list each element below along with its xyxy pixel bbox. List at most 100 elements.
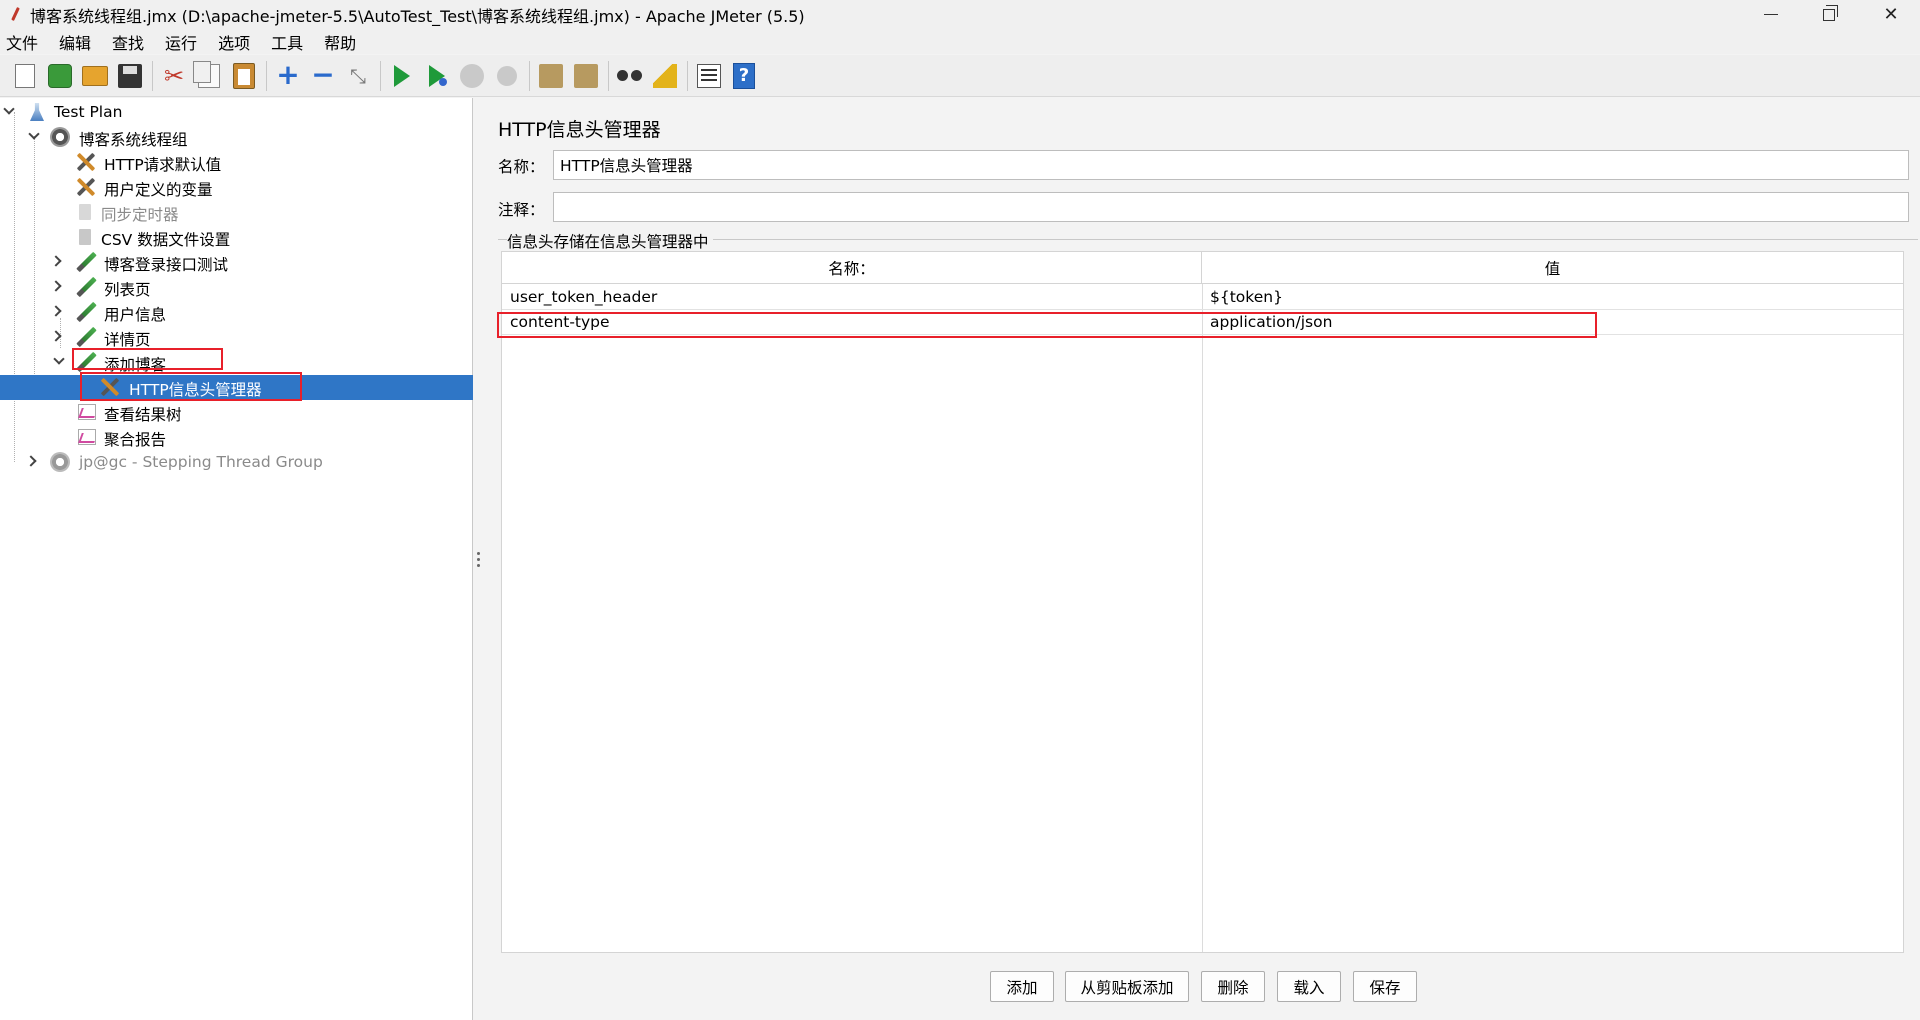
function-helper-button[interactable]: [692, 59, 726, 93]
tree-item-list[interactable]: 列表页: [0, 275, 473, 300]
comment-label: 注释：: [498, 201, 545, 219]
search-icon: [617, 68, 643, 84]
add-button[interactable]: 添加: [990, 971, 1054, 1002]
toolbar: ✂ + − ⤡ ?: [0, 55, 1920, 97]
headers-table[interactable]: 名称： 值 user_token_header ${token} content…: [501, 251, 1904, 953]
help-button[interactable]: ?: [727, 59, 761, 93]
sampler-icon: [76, 327, 96, 347]
close-button[interactable]: ✕: [1862, 0, 1920, 29]
menu-edit[interactable]: 编辑: [59, 30, 91, 54]
menu-help[interactable]: 帮助: [324, 30, 356, 54]
close-icon: ✕: [1883, 4, 1899, 25]
header-name-cell[interactable]: user_token_header: [510, 285, 657, 309]
copy-button[interactable]: [192, 59, 226, 93]
tree-item-stepping-thread-group[interactable]: jp@gc - Stepping Thread Group: [0, 450, 473, 475]
column-header-name[interactable]: 名称：: [502, 252, 1202, 284]
restore-icon: [1823, 4, 1838, 21]
open-icon: [82, 65, 108, 86]
name-input[interactable]: HTTP信息头管理器: [553, 150, 1909, 180]
chevron-right-icon[interactable]: [50, 330, 62, 342]
chevron-right-icon[interactable]: [50, 255, 62, 267]
chevron-right-icon[interactable]: [50, 305, 62, 317]
clear-icon: [539, 63, 563, 88]
tree-item-label: 聚合报告: [104, 431, 167, 449]
start-button[interactable]: [385, 59, 419, 93]
tree-item-csv[interactable]: CSV 数据文件设置: [0, 225, 473, 250]
table-row[interactable]: user_token_header ${token}: [502, 285, 1903, 310]
add-from-clipboard-button[interactable]: 从剪贴板添加: [1065, 971, 1189, 1002]
new-button[interactable]: [8, 59, 42, 93]
highlight-box-header-manager: [80, 372, 302, 401]
panel-title: HTTP信息头管理器: [498, 119, 661, 141]
paste-button[interactable]: [227, 59, 261, 93]
help-icon: ?: [733, 62, 755, 89]
graph-icon: [78, 404, 96, 420]
tree-item-label: Test Plan: [54, 103, 123, 121]
chevron-down-icon[interactable]: [53, 353, 65, 365]
chevron-right-icon[interactable]: [25, 455, 37, 467]
window-title: 博客系统线程组.jmx (D:\apache-jmeter-5.5\AutoTe…: [30, 6, 805, 26]
open-button[interactable]: [78, 59, 112, 93]
comment-input[interactable]: [553, 192, 1909, 222]
save-button[interactable]: [113, 59, 147, 93]
chevron-down-icon[interactable]: [3, 103, 15, 115]
load-button[interactable]: 载入: [1277, 971, 1341, 1002]
toolbar-separator: [608, 60, 609, 91]
panel-splitter[interactable]: [477, 552, 481, 572]
wrench-icon: [76, 152, 96, 172]
tree-item-test-plan[interactable]: Test Plan: [0, 100, 473, 125]
reset-search-icon: [653, 63, 677, 88]
wrench-icon: [76, 177, 96, 197]
shutdown-button[interactable]: [490, 59, 524, 93]
tree-item-label: HTTP请求默认值: [104, 156, 222, 174]
menu-run[interactable]: 运行: [165, 30, 197, 54]
tree-item-results-tree[interactable]: 查看结果树: [0, 400, 473, 425]
toggle-button[interactable]: ⤡: [341, 59, 375, 93]
column-header-value[interactable]: 值: [1202, 252, 1903, 284]
tree-item-detail[interactable]: 详情页: [0, 325, 473, 350]
chevron-down-icon[interactable]: [28, 128, 40, 140]
tree-item-login[interactable]: 博客登录接口测试: [0, 250, 473, 275]
save-table-button[interactable]: 保存: [1353, 971, 1417, 1002]
name-label: 名称：: [498, 158, 545, 176]
clear-button[interactable]: [534, 59, 568, 93]
menu-file[interactable]: 文件: [6, 30, 38, 54]
reset-search-button[interactable]: [648, 59, 682, 93]
menu-options[interactable]: 选项: [218, 30, 250, 54]
restore-button[interactable]: [1800, 0, 1858, 29]
toolbar-separator: [687, 60, 688, 91]
test-plan-tree[interactable]: Test Plan 博客系统线程组 HTTP请求默认值 用户定义的变量 同步定时…: [0, 98, 473, 1020]
menu-search[interactable]: 查找: [112, 30, 144, 54]
search-button[interactable]: [613, 59, 647, 93]
delete-button[interactable]: 删除: [1201, 971, 1265, 1002]
sampler-icon: [76, 302, 96, 322]
minimize-button[interactable]: [1742, 0, 1800, 29]
column-divider: [1202, 284, 1203, 952]
stop-button[interactable]: [455, 59, 489, 93]
chevron-right-icon[interactable]: [50, 280, 62, 292]
function-helper-icon: [697, 63, 721, 88]
csv-icon: [79, 229, 91, 245]
tree-item-http-defaults[interactable]: HTTP请求默认值: [0, 150, 473, 175]
tree-item-thread-group[interactable]: 博客系统线程组: [0, 125, 473, 150]
expand-all-button[interactable]: +: [271, 59, 305, 93]
tree-item-label: 博客登录接口测试: [104, 256, 229, 274]
tree-item-sync-timer[interactable]: 同步定时器: [0, 200, 473, 225]
menu-tools[interactable]: 工具: [271, 30, 303, 54]
copy-icon: [193, 60, 220, 88]
clear-all-button[interactable]: [569, 59, 603, 93]
tree-item-user-vars[interactable]: 用户定义的变量: [0, 175, 473, 200]
start-no-pauses-button[interactable]: [420, 59, 454, 93]
tree-item-label: 用户信息: [104, 306, 167, 324]
tree-item-aggregate-report[interactable]: 聚合报告: [0, 425, 473, 450]
header-value-cell[interactable]: ${token}: [1210, 285, 1283, 309]
tree-item-label: 同步定时器: [101, 206, 179, 224]
tree-item-user-info[interactable]: 用户信息: [0, 300, 473, 325]
tree-item-label: 列表页: [104, 281, 151, 299]
templates-button[interactable]: [43, 59, 77, 93]
gear-icon: [50, 452, 70, 472]
templates-icon: [48, 63, 72, 88]
collapse-all-button[interactable]: −: [306, 59, 340, 93]
cut-button[interactable]: ✂: [157, 59, 191, 93]
collapse-icon: −: [311, 57, 335, 91]
